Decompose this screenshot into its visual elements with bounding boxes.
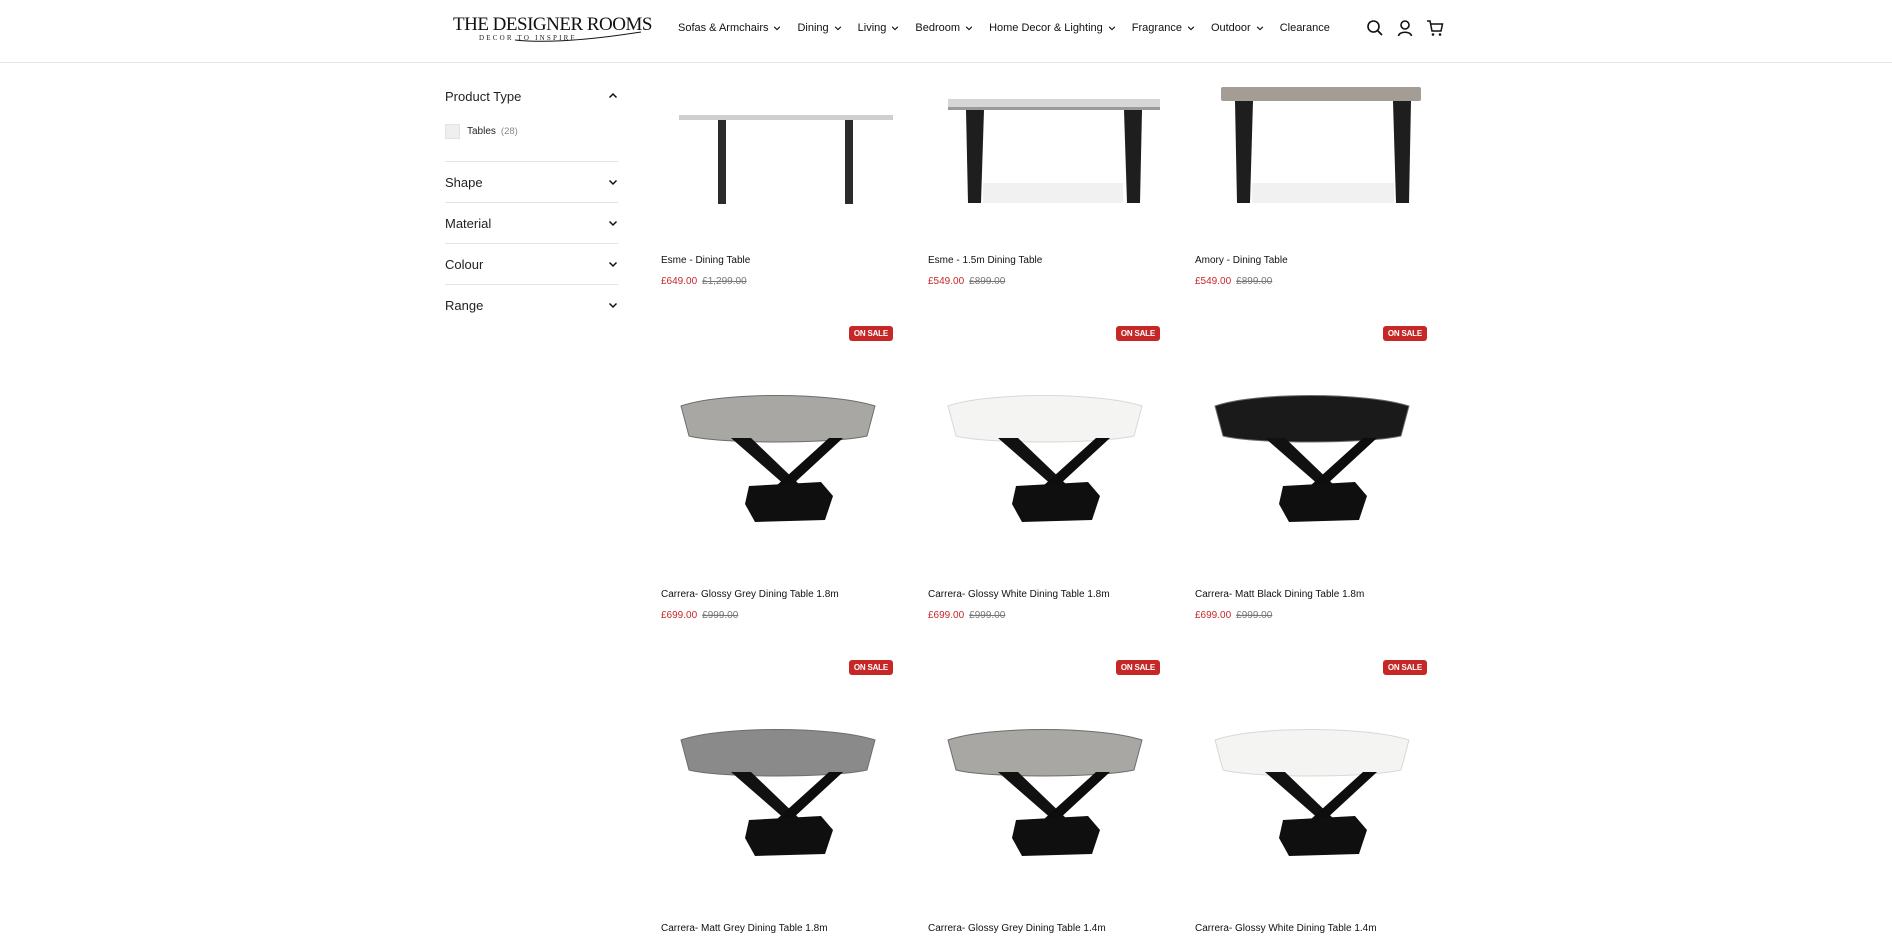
filter-option-count: (28) xyxy=(500,125,518,137)
nav-item-label: Outdoor xyxy=(1210,22,1251,34)
original-price: £899.00 xyxy=(969,276,1006,287)
filter-toggle-shape[interactable]: Shape xyxy=(445,162,618,202)
chevron-down-icon xyxy=(608,302,618,309)
nav-item-clearance[interactable]: Clearance xyxy=(1280,22,1330,34)
sale-price: £649.00 xyxy=(661,276,698,287)
product-image[interactable] xyxy=(1195,63,1427,283)
filter-option-tables[interactable]: Tables (28) xyxy=(445,121,618,141)
product-image[interactable] xyxy=(928,63,1160,283)
cart-icon[interactable] xyxy=(1426,19,1444,37)
product-image[interactable] xyxy=(661,63,893,283)
site-logo[interactable]: THE DESIGNER ROOMS DECOR TO INSPIRE xyxy=(453,12,652,48)
sale-price: £699.00 xyxy=(661,610,698,621)
filter-option-label: Tables xyxy=(467,125,496,137)
account-icon[interactable] xyxy=(1396,19,1414,37)
chevron-down-icon xyxy=(608,261,618,268)
product-name[interactable]: Carrera- Matt Black Dining Table 1.8m xyxy=(1195,589,1364,600)
product-image[interactable]: ON SALE xyxy=(1195,660,1427,880)
chevron-up-icon xyxy=(608,92,618,99)
chevron-down-icon xyxy=(608,220,618,227)
checkbox[interactable] xyxy=(445,123,460,139)
filter-label: Range xyxy=(445,297,484,313)
sale-price: £699.00 xyxy=(928,610,965,621)
search-icon[interactable] xyxy=(1366,19,1384,37)
original-price: £999.00 xyxy=(1236,610,1273,621)
nav-item-outdoor[interactable]: Outdoor xyxy=(1211,22,1264,34)
chevron-down-icon xyxy=(774,26,781,31)
sale-badge: ON SALE xyxy=(1115,660,1160,675)
product-image[interactable]: ON SALE xyxy=(661,660,893,880)
sale-price: £699.00 xyxy=(1195,610,1232,621)
filter-label: Colour xyxy=(445,256,484,272)
product-image[interactable]: ON SALE xyxy=(928,326,1160,546)
filter-toggle-product-type[interactable]: Product Type xyxy=(445,63,618,129)
product-price: £549.00 £899.00 xyxy=(928,276,1005,287)
chevron-down-icon xyxy=(834,26,841,31)
product-image[interactable]: ON SALE xyxy=(1195,326,1427,546)
chevron-down-icon xyxy=(892,26,899,31)
nav-item-fragrance[interactable]: Fragrance xyxy=(1132,22,1195,34)
nav-item-label: Clearance xyxy=(1279,22,1330,34)
sale-badge: ON SALE xyxy=(848,660,893,675)
product-image[interactable]: ON SALE xyxy=(928,660,1160,880)
filter-toggle-colour[interactable]: Colour xyxy=(445,244,618,284)
nav-item-living[interactable]: Living xyxy=(858,22,900,34)
original-price: £999.00 xyxy=(702,610,739,621)
filter-range: Range xyxy=(445,285,618,325)
product-name[interactable]: Carrera- Glossy White Dining Table 1.8m xyxy=(928,589,1110,600)
original-price: £999.00 xyxy=(969,610,1006,621)
nav-item-bedroom[interactable]: Bedroom xyxy=(915,22,973,34)
chevron-down-icon xyxy=(965,26,973,31)
logo-tagline: DECOR TO INSPIRE xyxy=(479,34,577,42)
product-name[interactable]: Carrera- Glossy White Dining Table 1.4m xyxy=(1195,923,1377,934)
site-header: THE DESIGNER ROOMS DECOR TO INSPIRE Sofa… xyxy=(0,0,1892,63)
nav-item-label: Dining xyxy=(797,22,829,34)
filter-shape: Shape xyxy=(445,162,618,203)
chevron-down-icon xyxy=(1108,26,1115,31)
product-price: £699.00 £999.00 xyxy=(1195,610,1272,621)
sale-price: £549.00 xyxy=(1195,276,1232,287)
nav-item-home-decor-lighting[interactable]: Home Decor & Lighting xyxy=(989,22,1116,34)
filter-colour: Colour xyxy=(445,244,618,285)
filter-material: Material xyxy=(445,203,618,244)
nav-item-label: Fragrance xyxy=(1131,22,1182,34)
filter-label: Shape xyxy=(445,174,483,190)
nav-item-sofas-armchairs[interactable]: Sofas & Armchairs xyxy=(678,22,781,34)
product-price: £699.00 £999.00 xyxy=(661,610,738,621)
product-price: £549.00 £899.00 xyxy=(1195,276,1272,287)
product-name[interactable]: Carrera- Matt Grey Dining Table 1.8m xyxy=(661,923,828,934)
filter-sidebar: Product Type Tables (28) Shape Material … xyxy=(445,63,618,325)
filter-label: Product Type xyxy=(445,88,522,104)
sale-badge: ON SALE xyxy=(848,326,893,341)
product-price: £649.00 £1,299.00 xyxy=(661,276,747,287)
product-name[interactable]: Amory - Dining Table xyxy=(1195,255,1288,266)
header-actions xyxy=(1366,19,1444,37)
original-price: £899.00 xyxy=(1236,276,1273,287)
product-name[interactable]: Esme - Dining Table xyxy=(661,255,750,266)
nav-item-label: Sofas & Armchairs xyxy=(678,22,769,34)
filter-toggle-material[interactable]: Material xyxy=(445,203,618,243)
chevron-down-icon xyxy=(1187,26,1195,31)
filter-label: Material xyxy=(445,215,492,231)
sale-price: £549.00 xyxy=(928,276,965,287)
chevron-down-icon xyxy=(1256,26,1263,31)
main-navigation: Sofas & Armchairs Dining Living Bedroom … xyxy=(678,22,1346,34)
sale-badge: ON SALE xyxy=(1382,326,1427,341)
filter-toggle-range[interactable]: Range xyxy=(445,285,618,325)
product-name[interactable]: Carrera- Glossy Grey Dining Table 1.4m xyxy=(928,923,1106,934)
product-price: £699.00 £999.00 xyxy=(928,610,1005,621)
original-price: £1,299.00 xyxy=(702,276,747,287)
product-image[interactable]: ON SALE xyxy=(661,326,893,546)
chevron-down-icon xyxy=(608,179,618,186)
product-name[interactable]: Carrera- Glossy Grey Dining Table 1.8m xyxy=(661,589,839,600)
filter-product-type: Product Type Tables (28) xyxy=(445,63,618,162)
product-name[interactable]: Esme - 1.5m Dining Table xyxy=(928,255,1042,266)
nav-item-label: Home Decor & Lighting xyxy=(989,22,1103,34)
sale-badge: ON SALE xyxy=(1382,660,1427,675)
nav-item-label: Living xyxy=(857,22,887,34)
nav-item-dining[interactable]: Dining xyxy=(797,22,841,34)
sale-badge: ON SALE xyxy=(1115,326,1160,341)
nav-item-label: Bedroom xyxy=(915,22,961,34)
